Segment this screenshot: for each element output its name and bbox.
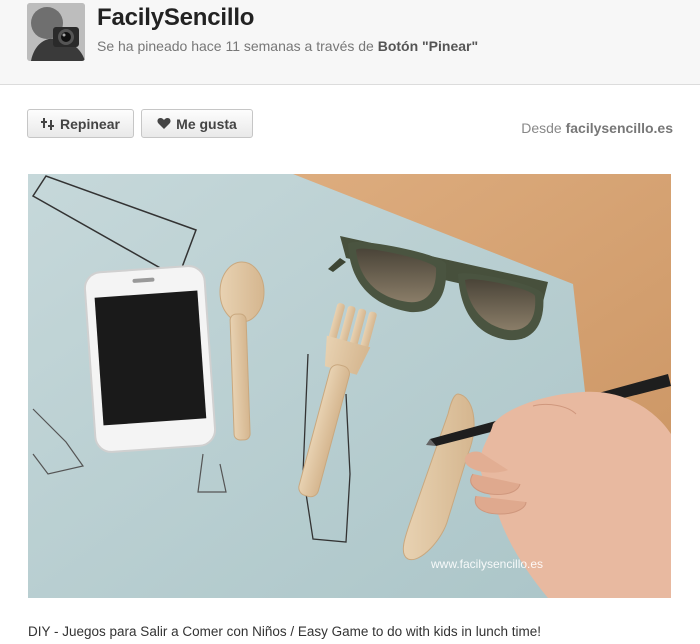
repin-label: Repinear	[60, 115, 120, 132]
repin-button[interactable]: Repinear	[27, 109, 134, 138]
pushpin-icon	[41, 117, 55, 131]
image-watermark: www.facilysencillo.es	[431, 557, 544, 571]
pin-header: FacilySencillo Se ha pineado hace 11 sem…	[0, 0, 700, 85]
source-prefix: Desde	[521, 120, 562, 136]
pin-meta: Se ha pineado hace 11 semanas a través d…	[97, 38, 478, 54]
source-domain: facilysencillo.es	[565, 120, 673, 136]
heart-icon	[157, 117, 171, 130]
pin-description: DIY - Juegos para Salir a Comer con Niño…	[28, 624, 541, 639]
username[interactable]: FacilySencillo	[97, 4, 254, 32]
avatar[interactable]	[27, 3, 85, 61]
pin-image[interactable]	[28, 174, 671, 598]
source-link[interactable]: Desde facilysencillo.es	[521, 120, 673, 136]
like-label: Me gusta	[176, 115, 237, 132]
pinned-time-text: Se ha pineado hace 11 semanas a través d…	[97, 38, 374, 54]
like-button[interactable]: Me gusta	[141, 109, 253, 138]
pinned-via-link[interactable]: Botón "Pinear"	[378, 38, 478, 54]
